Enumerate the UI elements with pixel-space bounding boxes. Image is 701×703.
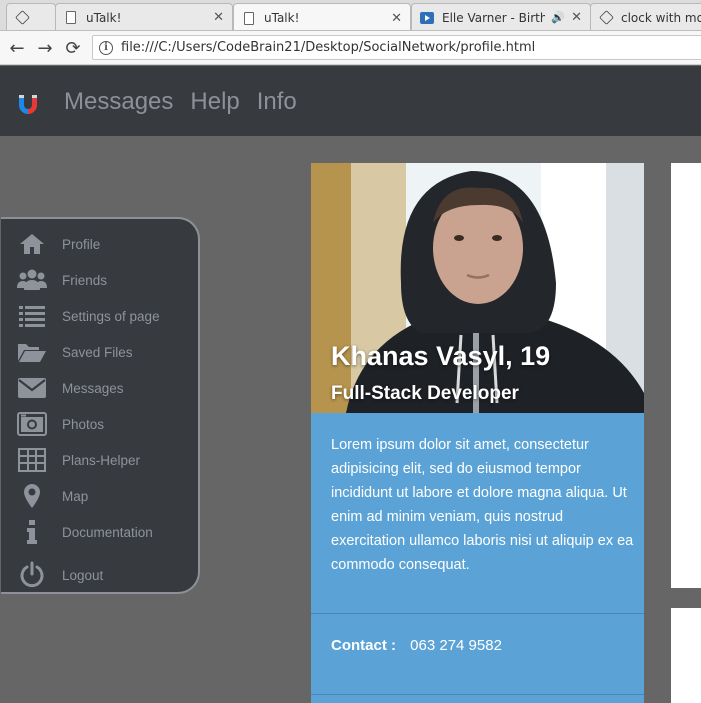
sidebar-item-messages[interactable]: Messages bbox=[16, 373, 124, 403]
sidebar-item-label: Logout bbox=[62, 567, 104, 583]
app-header: Messages Help Info bbox=[0, 66, 701, 136]
audio-icon[interactable]: 🔊 bbox=[551, 11, 565, 24]
sidebar-item-settings[interactable]: Settings of page bbox=[16, 301, 160, 331]
sidebar-item-map[interactable]: Map bbox=[16, 481, 88, 511]
sidebar-item-label: Photos bbox=[62, 416, 105, 432]
forward-arrow-icon[interactable]: → bbox=[34, 37, 56, 59]
address-bar[interactable]: i file:///C:/Users/CodeBrain21/Desktop/S… bbox=[92, 35, 701, 60]
profile-role: Full-Stack Developer bbox=[331, 383, 519, 404]
sidebar-item-logout[interactable]: Logout bbox=[16, 560, 103, 590]
codepen-icon bbox=[14, 10, 30, 25]
contact-label: Contact : bbox=[331, 637, 396, 654]
sidebar-item-documentation[interactable]: Documentation bbox=[16, 517, 153, 547]
tab-utalk-active[interactable]: uTalk! ✕ bbox=[233, 3, 411, 30]
tab-utalk-1[interactable]: uTalk! ✕ bbox=[55, 3, 233, 30]
page-icon bbox=[64, 11, 78, 25]
sidebar-menu: Profile Friends Settings of page Saved F… bbox=[1, 217, 200, 594]
power-icon bbox=[16, 560, 48, 590]
page-icon bbox=[242, 11, 256, 25]
nav-messages[interactable]: Messages bbox=[64, 86, 173, 118]
sidebar-item-label: Map bbox=[62, 488, 89, 504]
contact-row: Contact : 063 274 9582 bbox=[331, 637, 502, 654]
url-text: file:///C:/Users/CodeBrain21/Desktop/Soc… bbox=[121, 40, 536, 55]
content-panel bbox=[671, 163, 701, 588]
map-marker-icon bbox=[16, 481, 48, 511]
back-arrow-icon[interactable]: ← bbox=[6, 37, 28, 59]
nav-info[interactable]: Info bbox=[257, 86, 297, 118]
browser-tabstrip: uTalk! ✕ uTalk! ✕ Elle Varner - Birthd 🔊… bbox=[0, 0, 701, 31]
folder-open-icon bbox=[16, 337, 48, 367]
sidebar-item-photos[interactable]: Photos bbox=[16, 409, 104, 439]
page-info-icon[interactable]: i bbox=[99, 40, 113, 55]
sidebar-item-label: Settings of page bbox=[62, 308, 160, 324]
contact-phone[interactable]: 063 274 9582 bbox=[410, 637, 502, 654]
list-icon bbox=[16, 301, 48, 331]
sidebar-item-label: Plans-Helper bbox=[62, 452, 141, 468]
sidebar-item-friends[interactable]: Friends bbox=[16, 265, 107, 295]
divider bbox=[311, 613, 644, 614]
users-icon bbox=[16, 265, 48, 295]
reload-icon[interactable]: ⟳ bbox=[62, 37, 84, 59]
close-tab-icon[interactable]: ✕ bbox=[391, 11, 402, 26]
sidebar-item-label: Saved Files bbox=[62, 344, 133, 360]
sidebar-item-profile[interactable]: Profile bbox=[16, 229, 100, 259]
content-panel bbox=[671, 608, 701, 703]
tab-title: clock with mom bbox=[621, 10, 701, 25]
youtube-icon bbox=[420, 11, 434, 25]
sidebar-item-label: Messages bbox=[62, 380, 124, 396]
table-icon bbox=[16, 445, 48, 475]
profile-bio: Lorem ipsum dolor sit amet, consectetur … bbox=[331, 437, 634, 573]
tab-title: uTalk! bbox=[264, 11, 300, 25]
envelope-icon bbox=[16, 373, 48, 403]
top-nav: Messages Help Info bbox=[64, 86, 297, 118]
sidebar-item-plans-helper[interactable]: Plans-Helper bbox=[16, 445, 140, 475]
info-icon bbox=[16, 517, 48, 547]
camera-icon bbox=[16, 409, 48, 439]
tab-codepen-clock[interactable]: clock with mom bbox=[590, 3, 701, 30]
sidebar-item-saved-files[interactable]: Saved Files bbox=[16, 337, 133, 367]
close-tab-icon[interactable]: ✕ bbox=[571, 10, 582, 25]
profile-card: Khanas Vasyl, 19 Full-Stack Developer Lo… bbox=[311, 163, 644, 703]
nav-help[interactable]: Help bbox=[190, 86, 239, 118]
profile-name: Khanas Vasyl, 19 bbox=[331, 341, 551, 371]
tab-youtube[interactable]: Elle Varner - Birthd 🔊 ✕ bbox=[411, 3, 591, 30]
close-tab-icon[interactable]: ✕ bbox=[213, 10, 224, 25]
tab-title: Elle Varner - Birthd bbox=[442, 10, 546, 25]
sidebar-item-label: Profile bbox=[62, 236, 101, 252]
tab-title: uTalk! bbox=[86, 10, 122, 25]
tab-codepen-pinned[interactable] bbox=[6, 3, 56, 30]
home-icon bbox=[16, 229, 48, 259]
sidebar-item-label: Documentation bbox=[62, 524, 153, 540]
browser-toolbar: ← → ⟳ i file:///C:/Users/CodeBrain21/Des… bbox=[0, 31, 701, 65]
magnet-logo-icon[interactable] bbox=[17, 93, 39, 115]
profile-photo bbox=[311, 163, 644, 413]
divider bbox=[311, 694, 644, 695]
sidebar-item-label: Friends bbox=[62, 272, 108, 288]
codepen-icon bbox=[598, 10, 614, 25]
